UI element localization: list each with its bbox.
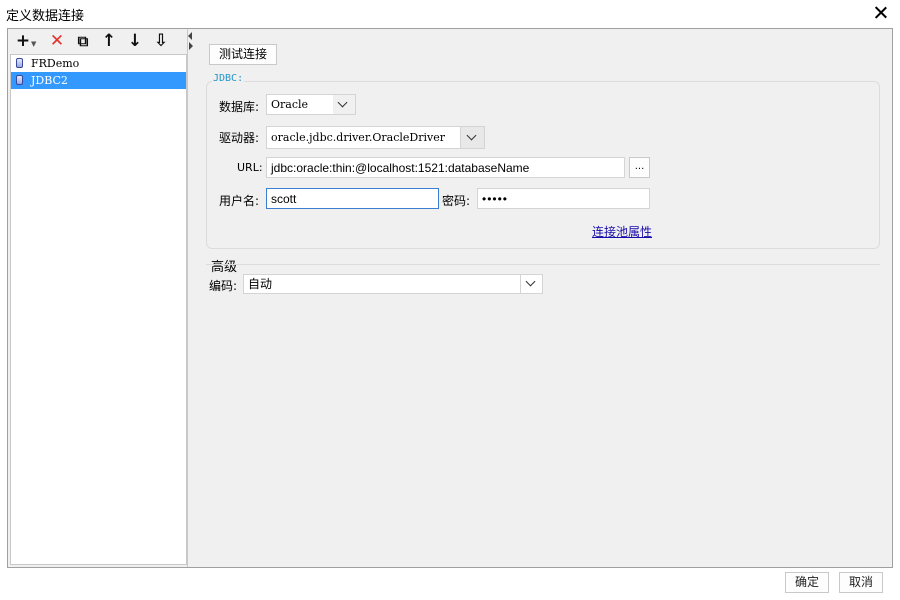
connection-settings-panel: 测试连接 JDBC: 数据库: Oracle 驱动器: oracle.jdbc.… xyxy=(194,29,892,567)
connection-tree: FRDemo JDBC2 xyxy=(10,54,187,565)
encoding-select[interactable]: 自动 xyxy=(243,274,543,294)
database-icon xyxy=(16,75,23,85)
tree-item-label: FRDemo xyxy=(31,57,80,70)
copy-icon: ⧉ xyxy=(77,32,89,50)
driver-label: 驱动器: xyxy=(219,131,260,145)
password-input[interactable]: ••••• xyxy=(477,188,650,209)
list-toolbar: + ▼ ✕ ⧉ ↑ ↓ ⇩ xyxy=(8,29,188,53)
url-label: URL: xyxy=(237,161,263,174)
cancel-button[interactable]: 取消 xyxy=(839,572,883,593)
sort-icon: ⇩ xyxy=(153,31,169,51)
title-bar: 定义数据连接 xyxy=(0,0,900,26)
window-title: 定义数据连接 xyxy=(6,9,85,24)
url-browse-button[interactable]: ... xyxy=(629,157,650,178)
url-input[interactable]: jdbc:oracle:thin:@localhost:1521:databas… xyxy=(266,157,625,178)
chevron-down-icon xyxy=(466,130,477,141)
arrow-down-icon: ↓ xyxy=(127,31,143,51)
close-icon[interactable] xyxy=(870,2,892,24)
encoding-value: 自动 xyxy=(248,277,273,291)
chevron-down-icon xyxy=(525,276,536,287)
tree-item-frdemo[interactable]: FRDemo xyxy=(11,55,186,72)
tree-item-label: JDBC2 xyxy=(31,74,68,87)
dialog-body: + ▼ ✕ ⧉ ↑ ↓ ⇩ FRDemo JDBC2 测试连接 JDBC: 数据… xyxy=(7,28,893,568)
add-connection-button[interactable]: + ▼ xyxy=(12,31,37,51)
password-label: 密码: xyxy=(442,194,471,208)
driver-select[interactable]: oracle.jdbc.driver.OracleDriver xyxy=(266,126,485,149)
plus-icon: + xyxy=(15,31,31,51)
database-label: 数据库: xyxy=(219,100,260,114)
collapse-left-icon[interactable] xyxy=(188,32,192,40)
delete-connection-button[interactable]: ✕ xyxy=(46,31,68,51)
advanced-divider xyxy=(206,264,880,265)
database-icon xyxy=(16,58,23,68)
database-select[interactable]: Oracle xyxy=(266,94,356,115)
advanced-section-title: 高级 xyxy=(211,260,238,275)
move-up-button[interactable]: ↑ xyxy=(98,31,120,51)
sort-button[interactable]: ⇩ xyxy=(150,31,172,51)
caret-down-icon: ▼ xyxy=(31,40,37,48)
delete-icon: ✕ xyxy=(49,31,65,51)
chevron-down-icon xyxy=(337,97,348,108)
ok-button[interactable]: 确定 xyxy=(785,572,829,593)
tree-item-jdbc2[interactable]: JDBC2 xyxy=(11,72,186,89)
expand-right-icon[interactable] xyxy=(189,42,193,50)
dropdown-arrow xyxy=(520,275,542,293)
encoding-label: 编码: xyxy=(209,279,238,293)
connection-list-panel: + ▼ ✕ ⧉ ↑ ↓ ⇩ FRDemo JDBC2 xyxy=(8,29,188,567)
driver-value: oracle.jdbc.driver.OracleDriver xyxy=(271,131,445,144)
jdbc-group-label: JDBC: xyxy=(212,73,245,84)
move-down-button[interactable]: ↓ xyxy=(124,31,146,51)
arrow-up-icon: ↑ xyxy=(101,31,117,51)
dropdown-arrow xyxy=(333,95,355,114)
username-label: 用户名: xyxy=(219,194,260,208)
database-value: Oracle xyxy=(271,98,309,111)
connection-pool-link[interactable]: 连接池属性 xyxy=(592,223,652,240)
username-input[interactable]: scott xyxy=(266,188,439,209)
test-connection-button[interactable]: 测试连接 xyxy=(209,44,277,65)
dropdown-arrow xyxy=(460,127,484,148)
copy-connection-button[interactable]: ⧉ xyxy=(72,31,94,51)
